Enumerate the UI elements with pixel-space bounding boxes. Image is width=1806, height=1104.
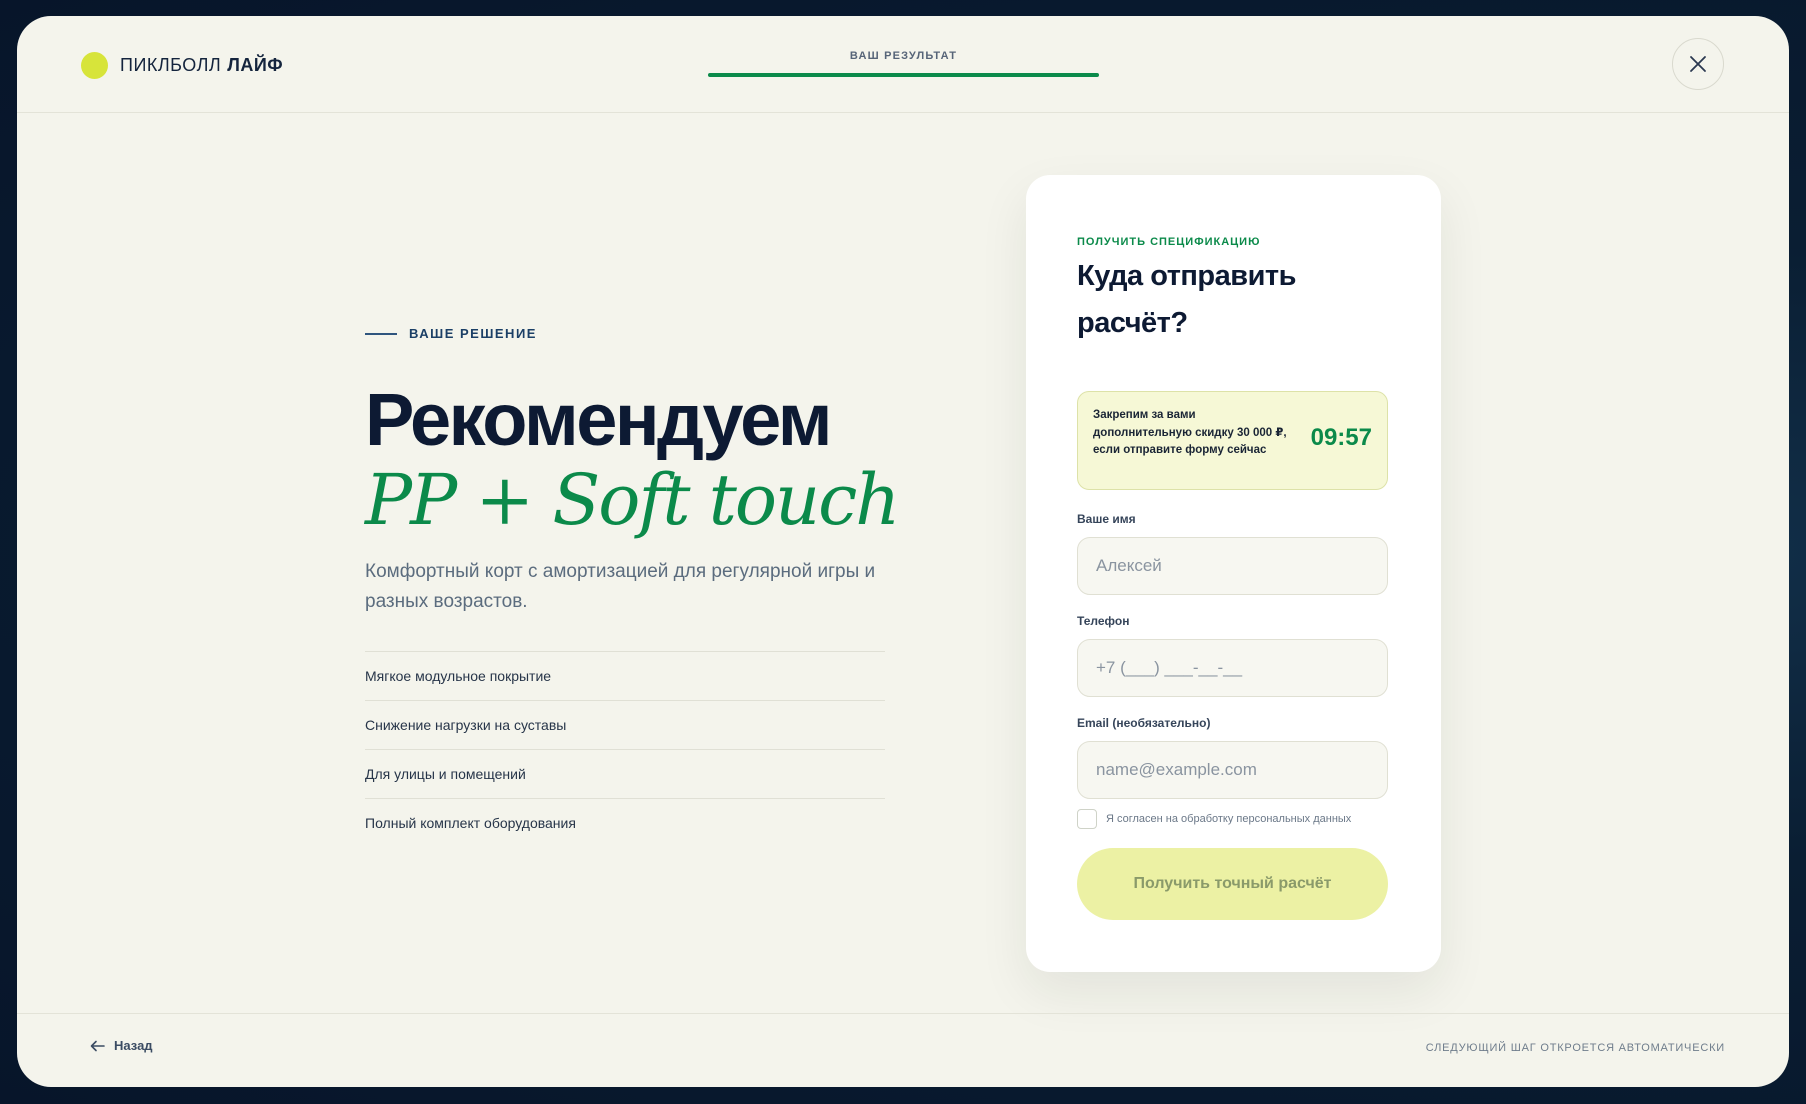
email-label: Email (необязательно): [1077, 716, 1211, 730]
app-window: ПИКЛБОЛЛ ЛАЙФ ВАШ РЕЗУЛЬТАТ ВАШЕ РЕШЕНИЕ …: [17, 16, 1789, 1087]
discount-text: Закрепим за вами дополнительную скидку 3…: [1093, 409, 1287, 456]
brand-bold: ЛАЙФ: [227, 55, 284, 75]
auto-advance-note: СЛЕДУЮЩИЙ ШАГ ОТКРОЕТСЯ АВТОМАТИЧЕСКИ: [1425, 1042, 1725, 1054]
phone-label: Телефон: [1077, 614, 1130, 628]
submit-button[interactable]: Получить точный расчёт: [1077, 848, 1388, 920]
phone-input[interactable]: [1077, 639, 1388, 697]
header: ПИКЛБОЛЛ ЛАЙФ ВАШ РЕЗУЛЬТАТ: [17, 16, 1789, 113]
arrow-left-icon: [90, 1040, 105, 1051]
solution-description: Комфортный корт с амортизацией для регул…: [365, 561, 876, 612]
brand-name: ПИКЛБОЛЛ ЛАЙФ: [120, 55, 283, 76]
form-eyebrow: ПОЛУЧИТЬ СПЕЦИФИКАЦИЮ: [1077, 236, 1261, 248]
feature-item: Для улицы и помещений: [365, 750, 885, 799]
page-title: Рекомендуем: [365, 378, 833, 461]
solution-eyebrow-text: ВАШЕ РЕШЕНИЕ: [409, 326, 537, 341]
progress-bar: [708, 73, 1099, 77]
progress-label: ВАШ РЕЗУЛЬТАТ: [849, 50, 958, 62]
countdown-timer: 09:57: [1310, 424, 1372, 451]
form-title: Куда отправить расчёт?: [1077, 260, 1296, 339]
consent-row[interactable]: Я согласен на обработку персональных дан…: [1077, 809, 1351, 829]
solution-eyebrow: ВАШЕ РЕШЕНИЕ: [365, 326, 885, 341]
product-name: PP + Soft touch: [365, 459, 900, 541]
close-button[interactable]: [1672, 38, 1724, 90]
eyebrow-line: [365, 332, 397, 335]
feature-item: Мягкое модульное покрытие: [365, 652, 885, 701]
name-input[interactable]: [1077, 537, 1388, 595]
email-input[interactable]: [1077, 741, 1388, 799]
back-button[interactable]: Назад: [90, 1038, 153, 1053]
name-label: Ваше имя: [1077, 512, 1136, 526]
discount-banner: Закрепим за вами дополнительную скидку 3…: [1077, 391, 1388, 490]
progress-indicator: ВАШ РЕЗУЛЬТАТ: [708, 50, 1099, 77]
consent-label: Я согласен на обработку персональных дан…: [1106, 813, 1352, 825]
close-icon: [1690, 56, 1706, 72]
spec-form-card: ПОЛУЧИТЬ СПЕЦИФИКАЦИЮ Куда отправить рас…: [1026, 175, 1441, 972]
feature-item: Полный комплект оборудования: [365, 815, 576, 831]
feature-item: Снижение нагрузки на суставы: [365, 701, 885, 750]
consent-checkbox[interactable]: [1077, 809, 1097, 829]
footer: Назад СЛЕДУЮЩИЙ ШАГ ОТКРОЕТСЯ АВТОМАТИЧЕ…: [17, 1013, 1789, 1087]
solution-section: ВАШЕ РЕШЕНИЕ Рекомендуем PP + Soft touch…: [365, 326, 900, 847]
brand-regular: ПИКЛБОЛЛ: [120, 55, 222, 75]
feature-list: Мягкое модульное покрытие Снижение нагру…: [365, 651, 885, 847]
back-label: Назад: [114, 1038, 153, 1053]
logo-dot-icon: [81, 52, 108, 79]
logo[interactable]: ПИКЛБОЛЛ ЛАЙФ: [81, 52, 283, 79]
